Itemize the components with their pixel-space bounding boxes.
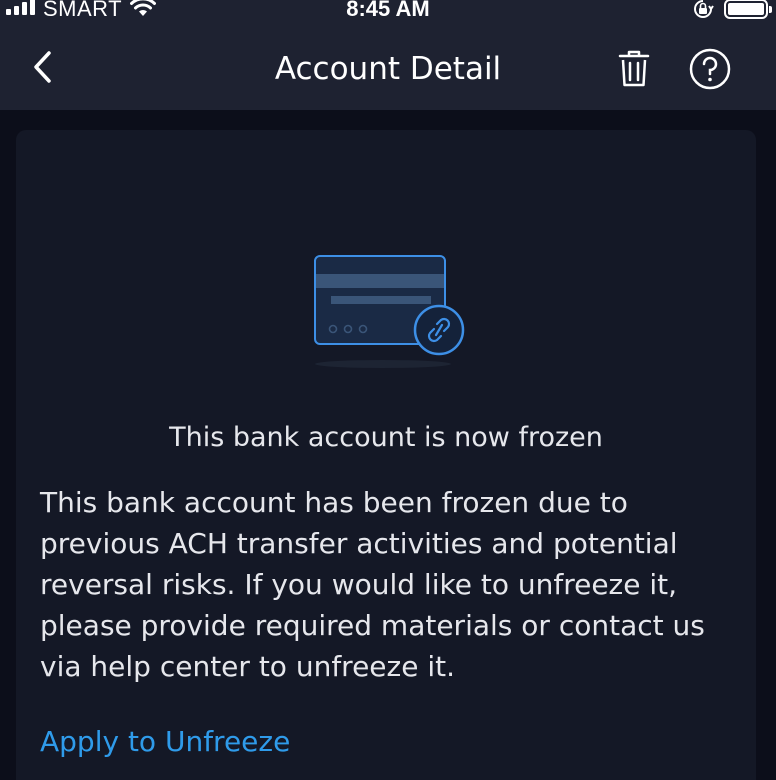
nav-bar: Account Detail — [0, 24, 776, 110]
question-circle-icon — [689, 48, 731, 90]
help-button[interactable] — [686, 45, 734, 93]
trash-icon — [618, 50, 650, 87]
status-time: 8:45 AM — [346, 0, 430, 21]
page-title: Account Detail — [274, 51, 502, 87]
account-detail-card: This bank account is now frozen This ban… — [16, 130, 756, 780]
frozen-heading: This bank account is now frozen — [169, 422, 603, 453]
frozen-card-icon — [314, 255, 465, 368]
status-right — [692, 0, 772, 20]
battery-icon — [724, 0, 772, 19]
delete-account-button[interactable] — [612, 46, 656, 92]
app-screen: SMART 8:45 AM Account Detail This bank a… — [0, 0, 776, 780]
apply-to-unfreeze-link[interactable]: Apply to Unfreeze — [40, 722, 290, 762]
status-bar: SMART 8:45 AM — [0, 0, 776, 24]
orientation-lock-icon — [694, 0, 714, 18]
frozen-description: This bank account has been frozen due to… — [40, 486, 705, 683]
